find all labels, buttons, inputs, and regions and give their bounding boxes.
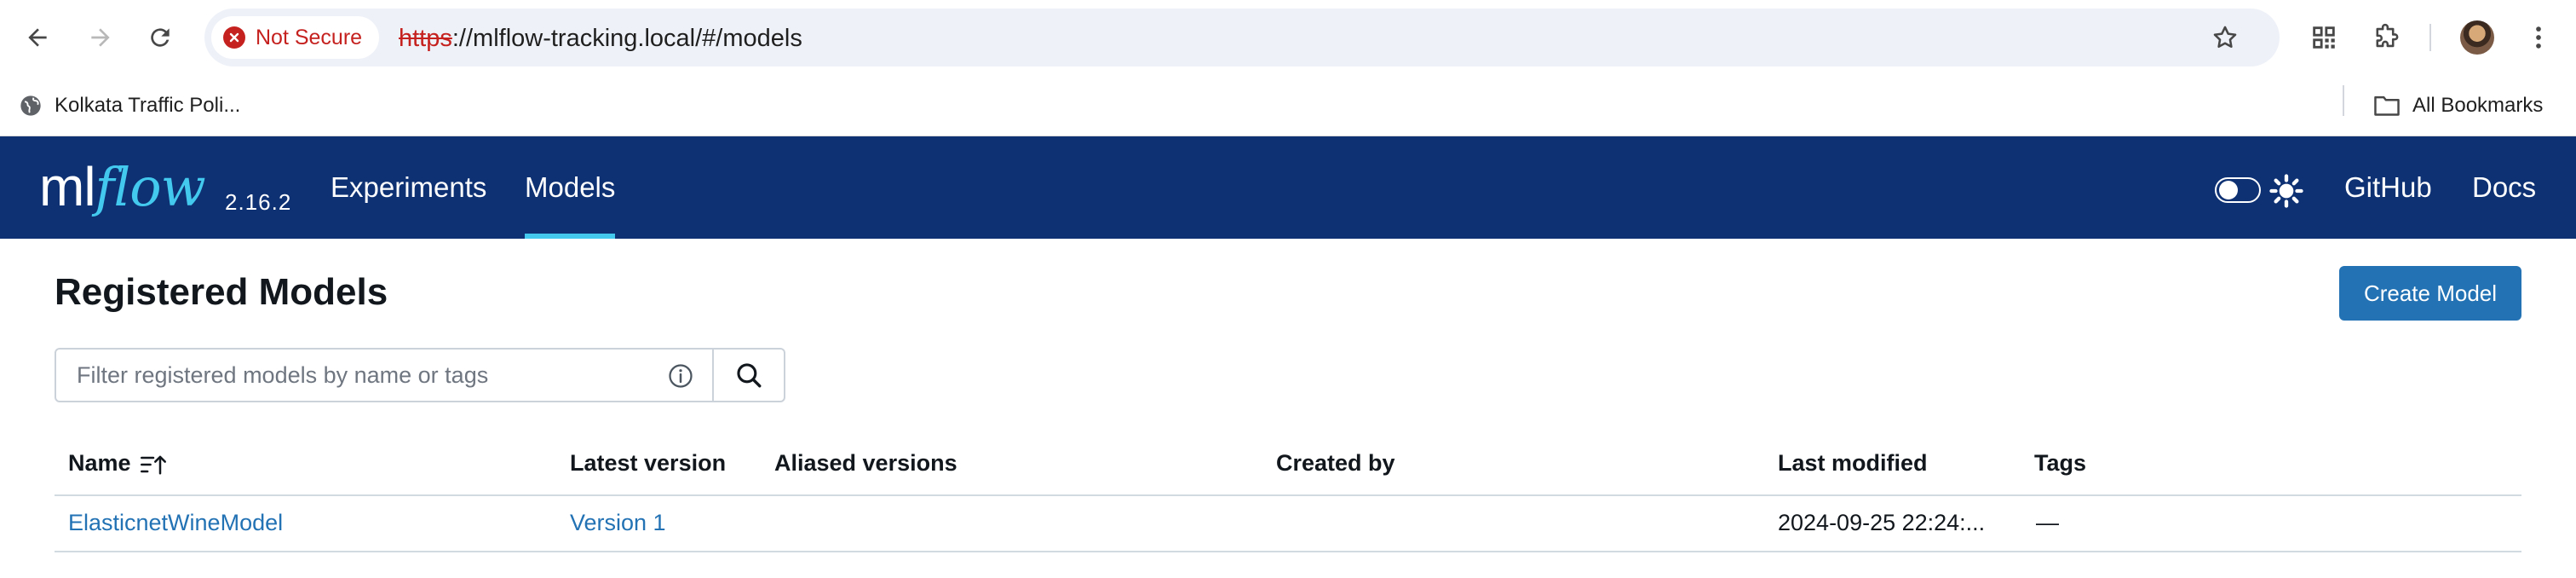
forward-arrow-icon (91, 28, 110, 47)
bookmarks-bar: Kolkata Traffic Poli... All Bookmarks (0, 75, 2576, 136)
all-bookmarks-label: All Bookmarks (2412, 94, 2544, 117)
app-header: ml flow 2.16.2 Experiments Models GitHub … (0, 136, 2576, 239)
column-header-aliased-versions: Aliased versions (774, 450, 957, 476)
github-link-label: GitHub (2344, 171, 2432, 203)
security-label: Not Secure (256, 25, 363, 49)
profile-avatar[interactable] (2460, 20, 2494, 55)
bookmark-star-button[interactable] (2208, 20, 2242, 55)
extensions-button[interactable] (2365, 17, 2406, 58)
search-icon (737, 363, 762, 388)
search-button[interactable] (714, 348, 785, 402)
forward-button[interactable] (80, 17, 121, 58)
tags-cell: — (2036, 510, 2059, 535)
model-search (55, 348, 785, 402)
column-header-tags: Tags (2034, 450, 2087, 476)
column-header-label: Name (68, 450, 131, 476)
table-row-divider (55, 551, 2521, 552)
table-header-divider (55, 494, 2521, 496)
browser-toolbar: Not Secure https://mlflow-tracking.local… (0, 0, 2576, 75)
bookmarks-separator (2343, 85, 2344, 116)
folder-icon (2374, 95, 2400, 116)
nav-experiments[interactable]: Experiments (331, 136, 486, 239)
bookmark-item[interactable]: Kolkata Traffic Poli... (19, 87, 240, 124)
column-header-name[interactable]: Name (68, 450, 167, 477)
latest-version-link[interactable]: Version 1 (570, 510, 666, 536)
qr-code-icon (2313, 26, 2335, 49)
address-bar[interactable]: Not Secure https://mlflow-tracking.local… (204, 9, 2280, 66)
url-scheme: https (399, 25, 452, 52)
toggle-knob (2219, 181, 2238, 199)
info-icon[interactable] (668, 363, 693, 389)
docs-link[interactable]: Docs (2472, 136, 2536, 239)
search-input[interactable] (56, 350, 653, 401)
logo-ml: ml (39, 156, 96, 217)
column-header-last-modified: Last modified (1778, 450, 1928, 476)
bookmark-label: Kolkata Traffic Poli... (55, 94, 241, 117)
mlflow-logo[interactable]: ml flow (39, 155, 206, 220)
globe-icon (20, 95, 41, 116)
github-link[interactable]: GitHub (2344, 136, 2432, 239)
sun-icon (2269, 174, 2303, 208)
reload-button[interactable] (140, 17, 181, 58)
qr-code-button[interactable] (2303, 17, 2344, 58)
model-name-link[interactable]: ElasticnetWineModel (68, 510, 283, 536)
nav-models[interactable]: Models (525, 136, 616, 239)
all-bookmarks-button[interactable]: All Bookmarks (2373, 87, 2543, 124)
last-modified-cell: 2024-09-25 22:24:... (1778, 510, 1986, 535)
not-secure-icon (223, 26, 245, 49)
nav-models-label: Models (525, 171, 616, 203)
create-model-button[interactable]: Create Model (2339, 266, 2521, 321)
nav-experiments-label: Experiments (331, 171, 487, 203)
docs-link-label: Docs (2472, 171, 2537, 203)
back-button[interactable] (17, 17, 58, 58)
browser-menu-button[interactable] (2518, 17, 2559, 58)
puzzle-icon (2376, 23, 2399, 48)
url-path: ://mlflow-tracking.local/#/models (451, 25, 802, 52)
sort-ascending-icon[interactable] (140, 452, 167, 477)
version-label: 2.16.2 (225, 189, 292, 215)
star-icon (2213, 26, 2237, 49)
toolbar-separator (2429, 24, 2431, 51)
search-box (55, 348, 715, 402)
dark-mode-toggle[interactable] (2215, 177, 2261, 203)
column-header-latest-version: Latest version (570, 450, 727, 476)
url-text[interactable]: https://mlflow-tracking.local/#/models (399, 25, 802, 53)
kebab-menu-icon (2536, 26, 2541, 49)
back-arrow-icon (28, 28, 47, 47)
column-header-created-by: Created by (1276, 450, 1395, 476)
reload-icon (151, 28, 170, 47)
logo-flow: flow (95, 156, 206, 218)
page-title: Registered Models (55, 271, 388, 313)
security-chip[interactable]: Not Secure (211, 16, 380, 59)
